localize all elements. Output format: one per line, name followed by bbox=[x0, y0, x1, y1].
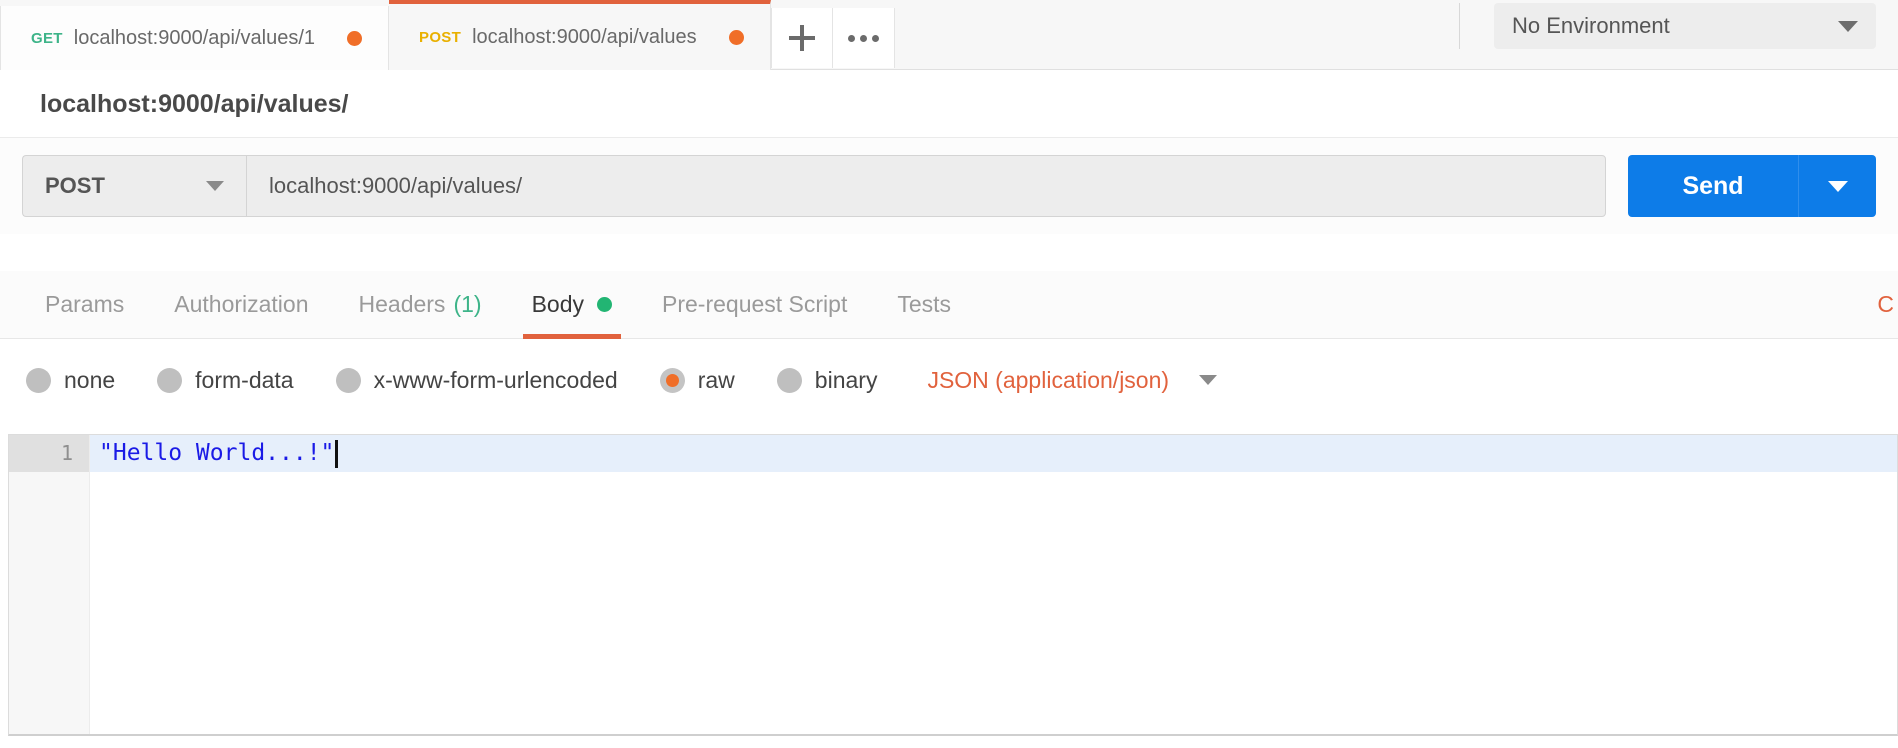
body-type-form-data[interactable]: form-data bbox=[157, 366, 294, 394]
tabbar-divider bbox=[1459, 3, 1460, 49]
tab-controls bbox=[770, 8, 895, 68]
request-tab-url: localhost:9000/api/values bbox=[472, 25, 697, 48]
text-cursor bbox=[335, 439, 339, 468]
chevron-down-icon bbox=[206, 181, 224, 191]
environment-selector[interactable]: No Environment bbox=[1494, 3, 1876, 49]
editor-code-area[interactable]: "Hello World...!" bbox=[90, 435, 1897, 734]
tab-pre-request-script[interactable]: Pre-request Script bbox=[637, 271, 872, 339]
radio-label: raw bbox=[697, 366, 735, 393]
content-type-select[interactable]: JSON (application/json) bbox=[927, 366, 1218, 394]
radio-selected-icon bbox=[659, 367, 685, 393]
page-title: localhost:9000/api/values/ bbox=[40, 89, 349, 118]
body-type-x-www-form-urlencoded[interactable]: x-www-form-urlencoded bbox=[335, 366, 618, 394]
editor-line[interactable]: "Hello World...!" bbox=[90, 435, 1897, 472]
radio-icon bbox=[776, 367, 802, 393]
tab-label: Body bbox=[531, 291, 584, 317]
tab-body[interactable]: Body bbox=[507, 271, 637, 339]
radio-label: form-data bbox=[195, 366, 294, 393]
body-type-raw[interactable]: raw bbox=[659, 366, 735, 394]
editor-gutter: 1 bbox=[9, 435, 90, 734]
radio-icon bbox=[335, 367, 361, 393]
headers-count: (1) bbox=[453, 291, 482, 317]
tab-label: Pre-request Script bbox=[662, 291, 848, 317]
request-tab-post[interactable]: POST localhost:9000/api/values bbox=[389, 0, 771, 70]
radio-label: binary bbox=[814, 366, 878, 393]
body-type-none[interactable]: none bbox=[26, 367, 115, 394]
send-options-button[interactable] bbox=[1798, 155, 1876, 217]
body-type-binary[interactable]: binary bbox=[776, 366, 878, 394]
tab-label: Tests bbox=[897, 291, 952, 317]
environment-label: No Environment bbox=[1512, 13, 1670, 38]
tab-headers[interactable]: Headers (1) bbox=[334, 271, 507, 339]
unsaved-dot-icon bbox=[728, 29, 744, 45]
unsaved-dot-icon bbox=[347, 30, 363, 46]
request-tab-get[interactable]: GET localhost:9000/api/values/1 bbox=[0, 6, 390, 70]
request-tab-method: GET bbox=[31, 29, 63, 47]
tab-params[interactable]: Params bbox=[20, 271, 149, 339]
plus-icon bbox=[788, 25, 815, 51]
line-number: 1 bbox=[9, 435, 89, 472]
request-section-tabs: Params Authorization Headers (1) Body Pr… bbox=[0, 271, 1898, 339]
request-tab-bar: GET localhost:9000/api/values/1 POST loc… bbox=[0, 0, 1898, 70]
url-input[interactable] bbox=[246, 155, 1606, 217]
tab-tests[interactable]: Tests bbox=[872, 271, 976, 339]
http-method-select[interactable]: POST bbox=[22, 155, 246, 217]
radio-icon bbox=[26, 367, 51, 393]
cookies-link[interactable]: C bbox=[1877, 291, 1898, 318]
send-button-group: Send bbox=[1628, 155, 1876, 217]
chevron-down-icon bbox=[1199, 375, 1218, 385]
tab-authorization[interactable]: Authorization bbox=[149, 271, 333, 339]
send-button[interactable]: Send bbox=[1628, 155, 1798, 217]
body-type-selector: none form-data x-www-form-urlencoded raw… bbox=[0, 340, 1898, 420]
tab-more-options-button[interactable] bbox=[832, 8, 895, 68]
tab-label: Authorization bbox=[174, 291, 309, 317]
radio-label: none bbox=[64, 366, 116, 393]
request-tab-url: localhost:9000/api/values/1 bbox=[73, 26, 316, 49]
request-name-bar: localhost:9000/api/values/ bbox=[0, 71, 1898, 138]
ellipsis-icon bbox=[847, 34, 879, 42]
url-bar: POST Send bbox=[0, 138, 1898, 234]
request-body-editor[interactable]: 1 "Hello World...!" bbox=[8, 434, 1898, 736]
chevron-down-icon bbox=[1838, 20, 1858, 32]
tab-label: Params bbox=[45, 291, 125, 317]
content-type-label: JSON (application/json) bbox=[927, 366, 1170, 393]
new-tab-button[interactable] bbox=[770, 8, 833, 68]
chevron-down-icon bbox=[1827, 180, 1848, 192]
radio-icon bbox=[157, 367, 183, 393]
body-status-dot-icon bbox=[597, 297, 612, 312]
tab-label: Headers bbox=[358, 291, 446, 317]
radio-label: x-www-form-urlencoded bbox=[373, 366, 618, 393]
request-tab-method: POST bbox=[419, 28, 462, 46]
postman-window: GET localhost:9000/api/values/1 POST loc… bbox=[0, 0, 1898, 748]
http-method-label: POST bbox=[45, 173, 105, 198]
editor-line-text: "Hello World...!" bbox=[99, 440, 335, 466]
